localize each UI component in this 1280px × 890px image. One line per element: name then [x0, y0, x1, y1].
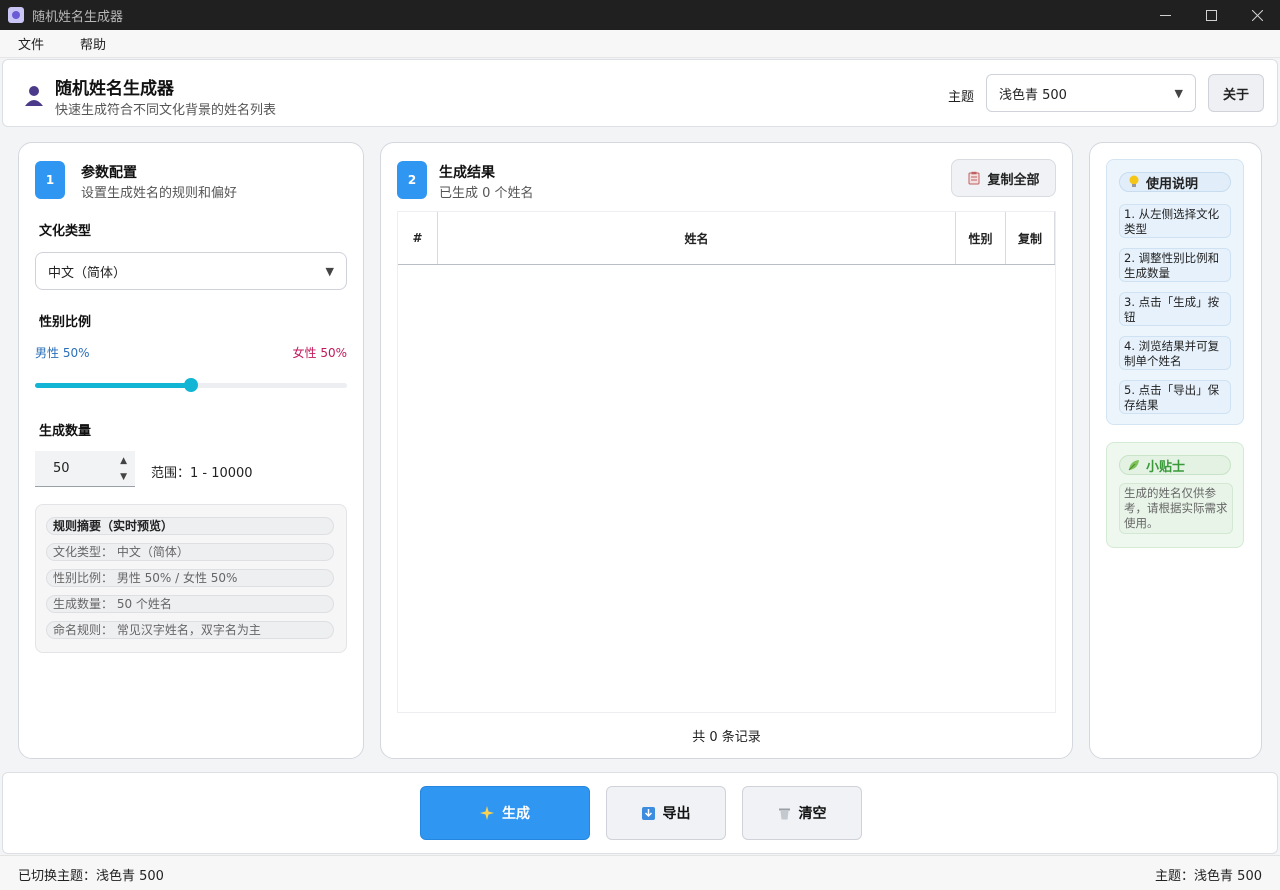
count-value: 50 — [53, 461, 70, 476]
summary-row: 文化类型： 中文（简体） — [46, 543, 334, 561]
export-button[interactable]: 导出 — [606, 786, 726, 840]
column-header-name[interactable]: 姓名 — [438, 212, 956, 264]
clipboard-icon — [968, 171, 980, 185]
table-header: # 姓名 性别 复制 — [398, 212, 1055, 265]
close-button[interactable] — [1234, 0, 1280, 30]
title-bar: 随机姓名生成器 — [0, 0, 1280, 30]
page-subtitle: 快速生成符合不同文化背景的姓名列表 — [55, 103, 277, 118]
clear-button[interactable]: 清空 — [742, 786, 862, 840]
summary-title: 规则摘要（实时预览） — [46, 517, 334, 535]
app-header: 随机姓名生成器 快速生成符合不同文化背景的姓名列表 主题 浅色青 500 ▼ 关… — [2, 59, 1278, 127]
increment-icon[interactable]: ▲ — [120, 453, 127, 469]
summary-row: 命名规则： 常见汉字姓名，双字名为主 — [46, 621, 334, 639]
sparkles-icon — [480, 806, 494, 820]
maximize-icon — [1205, 9, 1217, 21]
results-title: 生成结果 — [439, 165, 495, 181]
page-title: 随机姓名生成器 — [55, 79, 174, 99]
maximize-button[interactable] — [1188, 0, 1234, 30]
download-icon — [641, 806, 655, 820]
stepper-arrows: ▲ ▼ — [120, 453, 127, 485]
generate-button[interactable]: 生成 — [420, 786, 590, 840]
results-count: 已生成 0 个姓名 — [439, 186, 534, 201]
user-icon — [25, 86, 43, 106]
help-panel: 使用说明 1. 从左侧选择文化类型 2. 调整性别比例和生成数量 3. 点击「生… — [1089, 142, 1262, 759]
step-badge-1: 1 — [35, 161, 65, 199]
config-title: 参数配置 — [81, 165, 137, 181]
slider-fill — [35, 383, 191, 388]
slider-handle[interactable] — [184, 378, 198, 392]
action-bar: 生成 导出 清空 — [2, 772, 1278, 854]
clear-label: 清空 — [798, 806, 827, 822]
theme-select-value: 浅色青 500 — [999, 87, 1067, 103]
summary-row: 生成数量： 50 个姓名 — [46, 595, 334, 613]
count-range-hint: 范围：1 - 10000 — [151, 466, 253, 481]
tips-title: 小贴士 — [1119, 455, 1231, 475]
usage-guide: 使用说明 1. 从左侧选择文化类型 2. 调整性别比例和生成数量 3. 点击「生… — [1106, 159, 1244, 425]
results-table[interactable]: # 姓名 性别 复制 — [397, 211, 1056, 713]
column-header-gender[interactable]: 性别 — [956, 212, 1006, 264]
usage-guide-label: 使用说明 — [1146, 176, 1199, 192]
column-header-copy[interactable]: 复制 — [1006, 212, 1055, 264]
dropdown-arrow-icon: ▼ — [325, 264, 334, 278]
minimize-icon — [1159, 14, 1171, 16]
menu-bar: 文件 帮助 — [0, 30, 1280, 58]
gender-ratio-label: 性别比例 — [39, 315, 92, 330]
menu-help[interactable]: 帮助 — [62, 34, 124, 53]
generate-label: 生成 — [502, 806, 530, 822]
gender-ratio-slider[interactable] — [35, 378, 347, 392]
about-button[interactable]: 关于 — [1208, 74, 1264, 112]
export-label: 导出 — [662, 806, 691, 822]
copy-all-button[interactable]: 复制全部 — [951, 159, 1056, 197]
status-theme: 主题：浅色青 500 — [1155, 869, 1262, 884]
leaf-icon — [1128, 460, 1139, 471]
config-subtitle: 设置生成姓名的规则和偏好 — [81, 186, 238, 201]
step-badge-2: 2 — [397, 161, 427, 199]
theme-label: 主题 — [948, 90, 975, 105]
count-label: 生成数量 — [39, 424, 92, 439]
minimize-button[interactable] — [1142, 0, 1188, 30]
summary-row: 性别比例： 男性 50% / 女性 50% — [46, 569, 334, 587]
dropdown-arrow-icon: ▼ — [1174, 86, 1183, 100]
culture-select-value: 中文（简体） — [48, 265, 127, 281]
copy-all-label: 复制全部 — [987, 172, 1040, 188]
app-icon — [8, 7, 24, 23]
tips-card: 小贴士 生成的姓名仅供参考，请根据实际需求使用。 — [1106, 442, 1244, 548]
close-icon — [1251, 9, 1263, 21]
help-step: 5. 点击「导出」保存结果 — [1119, 380, 1231, 414]
tips-label: 小贴士 — [1146, 459, 1186, 475]
menu-file[interactable]: 文件 — [0, 34, 62, 53]
decrement-icon[interactable]: ▼ — [120, 469, 127, 485]
tips-text: 生成的姓名仅供参考，请根据实际需求使用。 — [1119, 483, 1233, 534]
male-percent: 男性 50% — [35, 346, 90, 360]
column-header-index[interactable]: # — [398, 212, 438, 264]
help-step: 2. 调整性别比例和生成数量 — [1119, 248, 1231, 282]
culture-label: 文化类型 — [39, 224, 92, 239]
culture-select[interactable]: 中文（简体） ▼ — [35, 252, 347, 290]
status-bar: 已切换主题：浅色青 500 主题：浅色青 500 — [0, 855, 1280, 890]
help-step: 1. 从左侧选择文化类型 — [1119, 204, 1231, 238]
help-step: 3. 点击「生成」按钮 — [1119, 292, 1231, 326]
window-controls — [1142, 0, 1280, 30]
results-panel: 2 生成结果 已生成 0 个姓名 复制全部 # 姓名 性别 复制 共 0 条记录 — [380, 142, 1073, 759]
status-message: 已切换主题：浅色青 500 — [18, 869, 164, 884]
count-stepper[interactable]: 50 ▲ ▼ — [35, 451, 135, 487]
rule-summary: 规则摘要（实时预览） 文化类型： 中文（简体） 性别比例： 男性 50% / 女… — [35, 504, 347, 653]
record-count: 共 0 条记录 — [692, 730, 761, 745]
trash-icon — [778, 808, 790, 819]
lightbulb-icon — [1129, 175, 1139, 187]
window-title: 随机姓名生成器 — [32, 9, 124, 25]
female-percent: 女性 50% — [292, 346, 348, 360]
help-step: 4. 浏览结果并可复制单个姓名 — [1119, 336, 1231, 370]
config-panel: 1 参数配置 设置生成姓名的规则和偏好 文化类型 中文（简体） ▼ 性别比例 男… — [18, 142, 364, 759]
theme-select[interactable]: 浅色青 500 ▼ — [986, 74, 1196, 112]
usage-guide-title: 使用说明 — [1119, 172, 1231, 192]
